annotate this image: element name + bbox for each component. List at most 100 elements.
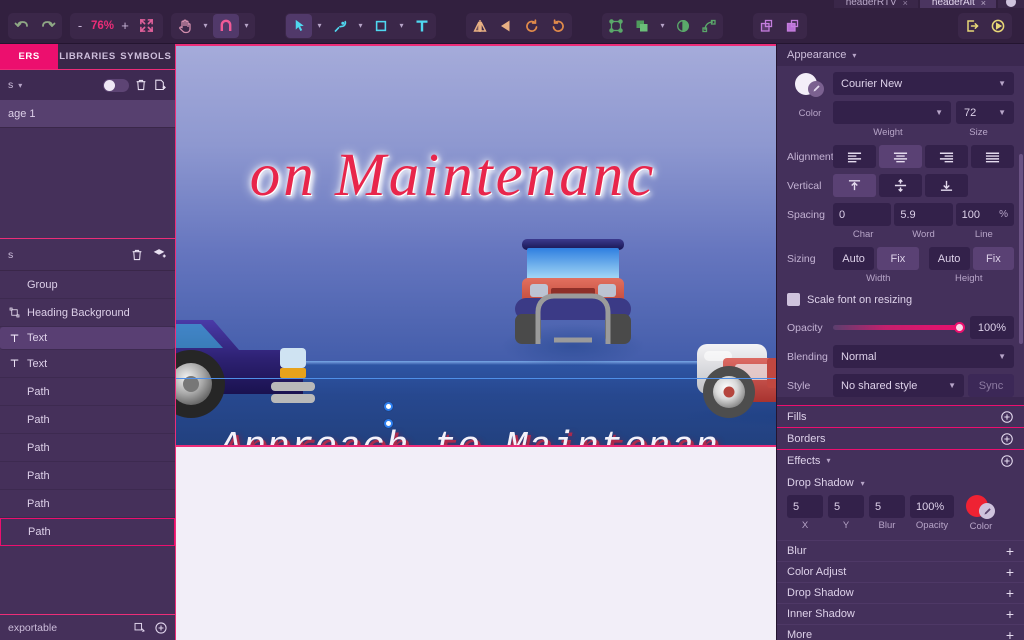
eyedropper-icon[interactable] <box>808 80 824 97</box>
add-circle-icon[interactable] <box>154 621 168 635</box>
atv-front-illustration[interactable] <box>493 226 653 376</box>
layer-row[interactable]: Path <box>0 406 175 434</box>
subheading-text[interactable]: Approach to Maintenan <box>176 426 776 445</box>
tractor-illustration[interactable] <box>671 296 776 428</box>
selection-handle-middle[interactable] <box>384 419 393 428</box>
eyedropper-icon[interactable] <box>979 503 995 519</box>
shadow-opacity-input[interactable]: 100% <box>910 495 954 518</box>
text-color-swatch-group[interactable] <box>787 72 833 97</box>
shadow-blur-input[interactable]: 5 <box>869 495 905 518</box>
effect-more[interactable]: More + <box>777 624 1024 640</box>
add-effect-icon[interactable] <box>1000 454 1014 468</box>
add-effect-plus-icon[interactable]: + <box>1006 586 1014 600</box>
flip-horizontal-button[interactable] <box>467 14 493 38</box>
align-center-button[interactable] <box>879 145 922 168</box>
tab-layers[interactable]: ERS <box>0 44 59 69</box>
document-tab[interactable]: headerRTV × <box>833 0 918 8</box>
shadow-x-input[interactable]: 5 <box>787 495 823 518</box>
layer-row[interactable]: Path <box>0 378 175 406</box>
chevron-down-icon[interactable]: ▾ <box>826 456 830 465</box>
snap-dropdown[interactable]: ▾ <box>239 14 254 38</box>
shadow-y-input[interactable]: 5 <box>828 495 864 518</box>
pen-tool-dropdown[interactable]: ▾ <box>353 14 368 38</box>
group-objects-button[interactable] <box>754 14 780 38</box>
sync-style-button[interactable]: Sync <box>968 374 1014 397</box>
undo-button[interactable] <box>9 14 35 38</box>
document-tab-overflow[interactable] <box>998 0 1024 8</box>
font-size-select[interactable]: 72 ▼ <box>956 101 1014 124</box>
rotate-ccw-button[interactable] <box>519 14 545 38</box>
width-fix-button[interactable]: Fix <box>877 247 919 270</box>
add-effect-plus-icon[interactable]: + <box>1006 544 1014 558</box>
zoom-in-button[interactable]: + <box>119 18 131 33</box>
hand-tool-dropdown[interactable]: ▾ <box>198 14 213 38</box>
chevron-down-icon[interactable]: ▾ <box>18 81 22 90</box>
fit-to-screen-button[interactable] <box>133 14 159 38</box>
tab-symbols[interactable]: SYMBOLS <box>117 44 175 69</box>
preview-play-button[interactable] <box>985 14 1011 38</box>
add-effect-plus-icon[interactable]: + <box>1006 628 1014 640</box>
layer-row[interactable]: Text <box>0 327 175 350</box>
effect-color-adjust[interactable]: Color Adjust + <box>777 561 1024 582</box>
canvas-area[interactable]: on Maintenanc <box>176 44 776 640</box>
redo-button[interactable] <box>35 14 61 38</box>
layer-row[interactable]: Path <box>0 518 175 546</box>
boolean-union-button[interactable] <box>629 14 655 38</box>
align-right-button[interactable] <box>925 145 968 168</box>
font-family-select[interactable]: Courier New ▼ <box>833 72 1014 95</box>
selection-handle-top[interactable] <box>384 402 393 411</box>
align-justify-button[interactable] <box>971 145 1014 168</box>
effect-inner-shadow[interactable]: Inner Shadow + <box>777 603 1024 624</box>
width-auto-button[interactable]: Auto <box>833 247 875 270</box>
headline-text[interactable]: on Maintenanc <box>176 141 776 211</box>
document-tab[interactable]: headerAlt × <box>919 0 996 8</box>
flip-vertical-button[interactable] <box>493 14 519 38</box>
opacity-slider[interactable] <box>833 316 965 339</box>
line-spacing-input[interactable]: 100 % <box>955 203 1014 226</box>
trash-icon[interactable] <box>134 78 148 92</box>
effect-blur[interactable]: Blur + <box>777 540 1024 561</box>
opacity-value-box[interactable]: 100% <box>970 316 1014 339</box>
select-tool-button[interactable] <box>286 13 313 38</box>
valign-top-button[interactable] <box>833 174 876 197</box>
page-row[interactable]: age 1 <box>0 100 175 128</box>
ungroup-objects-button[interactable] <box>780 14 806 38</box>
mask-button[interactable] <box>670 14 696 38</box>
color-swatch[interactable] <box>795 72 825 97</box>
shadow-color-swatch[interactable] <box>965 495 997 519</box>
rotate-cw-button[interactable] <box>545 14 571 38</box>
blue-truck-illustration[interactable] <box>176 302 355 422</box>
close-icon[interactable]: × <box>903 0 908 8</box>
pages-visibility-toggle[interactable] <box>103 78 129 92</box>
trash-icon[interactable] <box>130 248 144 262</box>
slider-knob[interactable] <box>954 322 965 333</box>
close-icon[interactable]: × <box>981 0 986 8</box>
word-spacing-input[interactable]: 5.9 <box>894 203 953 226</box>
right-panel-scrollbar[interactable] <box>1019 154 1023 344</box>
layer-row[interactable]: Path <box>0 490 175 518</box>
snap-magnet-button[interactable] <box>213 13 240 38</box>
transform-node-button[interactable] <box>603 14 629 38</box>
convert-to-path-button[interactable] <box>696 14 722 38</box>
zoom-out-button[interactable]: - <box>74 18 86 33</box>
layer-row[interactable]: Heading Background <box>0 299 175 327</box>
blending-select[interactable]: Normal ▼ <box>833 345 1014 368</box>
add-page-icon[interactable] <box>153 78 167 92</box>
chevron-down-icon[interactable]: ▾ <box>861 479 865 488</box>
font-weight-select[interactable]: ▼ <box>833 101 951 124</box>
text-tool-button[interactable] <box>409 14 435 38</box>
fills-section-header[interactable]: Fills <box>777 405 1024 427</box>
boolean-dropdown[interactable]: ▾ <box>655 14 670 38</box>
layer-row[interactable]: Group <box>0 271 175 299</box>
effect-drop-shadow[interactable]: Drop Shadow + <box>777 582 1024 603</box>
select-tool-dropdown[interactable]: ▾ <box>312 14 327 38</box>
scale-font-row[interactable]: Scale font on resizing <box>787 293 1014 306</box>
appearance-panel-header[interactable]: Appearance ▾ <box>777 44 1024 66</box>
shape-tool-button[interactable] <box>368 14 394 38</box>
add-fill-icon[interactable] <box>1000 410 1014 424</box>
shape-tool-dropdown[interactable]: ▾ <box>394 14 409 38</box>
layer-row[interactable]: Path <box>0 462 175 490</box>
pen-tool-button[interactable] <box>327 14 353 38</box>
borders-section-header[interactable]: Borders <box>777 427 1024 449</box>
shared-style-select[interactable]: No shared style ▼ <box>833 374 964 397</box>
